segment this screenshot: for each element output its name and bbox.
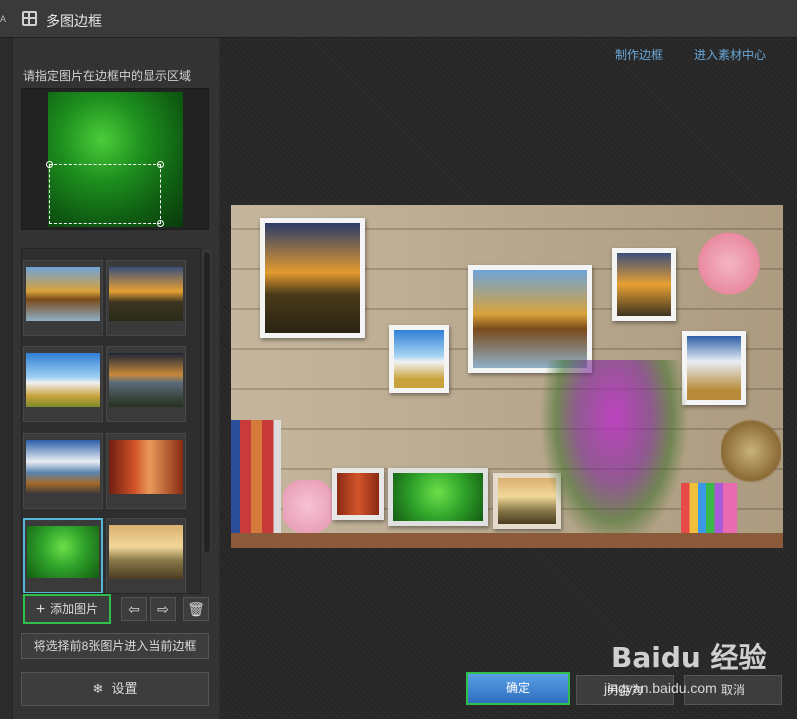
baidu-watermark-url: jingyan.baidu.com — [604, 680, 717, 696]
frame-photo-slot[interactable] — [612, 248, 676, 321]
arrow-left-icon: ⇦ — [128, 601, 140, 617]
thumb-sunset-road[interactable] — [106, 260, 186, 336]
crop-handle-bottom-right[interactable] — [157, 220, 164, 227]
region-label: 请指定图片在边框中的显示区域 — [23, 69, 192, 83]
crop-preview — [21, 88, 209, 230]
crop-handle-top-right[interactable] — [157, 161, 164, 168]
books-decoration — [231, 420, 281, 533]
frame-photo-slot[interactable] — [388, 468, 488, 526]
frame-photo-slot[interactable] — [332, 468, 384, 520]
heart-decoration — [696, 225, 762, 295]
material-center-link[interactable]: 进入素材中心 — [694, 46, 766, 63]
trash-icon: 🗑 — [187, 601, 205, 617]
thumbnail-list[interactable] — [21, 248, 201, 594]
thumb-balloon-valley-image — [109, 525, 183, 579]
delete-button[interactable]: 🗑 — [183, 597, 209, 621]
thumb-dusk-lake-image — [109, 353, 183, 407]
frame-preview-canvas — [231, 205, 783, 550]
gear-icon: ❄ — [92, 681, 104, 696]
thumb-dusk-lake[interactable] — [106, 346, 186, 422]
left-panel: 请指定图片在边框中的显示区域 + 添加图片 ⇦ ⇨ 🗑 将选择前8张图片进入当前边… — [12, 38, 219, 719]
thumb-sunset-road-image — [109, 267, 183, 321]
thumb-autumn-lake-image — [26, 267, 100, 321]
move-right-button[interactable]: ⇨ — [150, 597, 176, 621]
add-image-label: 添加图片 — [50, 602, 99, 616]
thumb-red-forest[interactable] — [106, 433, 186, 509]
frame-app-icon — [22, 11, 37, 26]
thumb-blue-sky-field[interactable] — [23, 346, 103, 422]
settings-label: 设置 — [111, 681, 138, 696]
thumb-red-forest-image — [109, 440, 183, 494]
ok-button[interactable]: 确定 — [466, 672, 570, 705]
settings-button[interactable]: ❄ 设置 — [21, 672, 209, 706]
shelf — [231, 533, 783, 548]
thumbnail-scrollbar[interactable] — [203, 250, 211, 552]
frame-photo-slot[interactable] — [260, 218, 365, 338]
thumb-balloon-valley[interactable] — [106, 518, 186, 593]
thumb-autumn-lake[interactable] — [23, 260, 103, 336]
thumb-green-plant-image — [27, 526, 99, 578]
arrow-right-icon: ⇨ — [157, 601, 169, 617]
title-bar: A 多图边框 — [0, 0, 797, 38]
baidu-watermark-logo: Baidu 经验 — [611, 641, 767, 674]
scrollbar-handle[interactable] — [204, 252, 210, 552]
frame-photo-slot[interactable] — [468, 265, 592, 373]
plus-icon: + — [35, 601, 46, 618]
move-left-button[interactable]: ⇦ — [121, 597, 147, 621]
orchid-decoration — [539, 360, 689, 550]
main-area: 制作边框 进入素材中心 确定 另存为 取消 — [220, 38, 797, 719]
thumb-clouds-coast[interactable] — [23, 433, 103, 509]
crop-selection[interactable] — [46, 161, 164, 227]
apply-to-frame-button[interactable]: 将选择前8张图片进入当前边框 — [21, 633, 209, 659]
frame-photo-slot[interactable] — [389, 325, 449, 393]
add-image-button[interactable]: + 添加图片 — [23, 594, 111, 624]
window-title: 多图边框 — [46, 13, 102, 29]
edge-glyph: A — [0, 14, 7, 24]
thumb-green-plant[interactable] — [23, 518, 103, 593]
crop-handle-top-left[interactable] — [46, 161, 53, 168]
thumb-blue-sky-field-image — [26, 353, 100, 407]
thumb-clouds-coast-image — [26, 440, 100, 494]
make-frame-link[interactable]: 制作边框 — [615, 46, 663, 63]
frame-photo-slot[interactable] — [682, 331, 746, 405]
